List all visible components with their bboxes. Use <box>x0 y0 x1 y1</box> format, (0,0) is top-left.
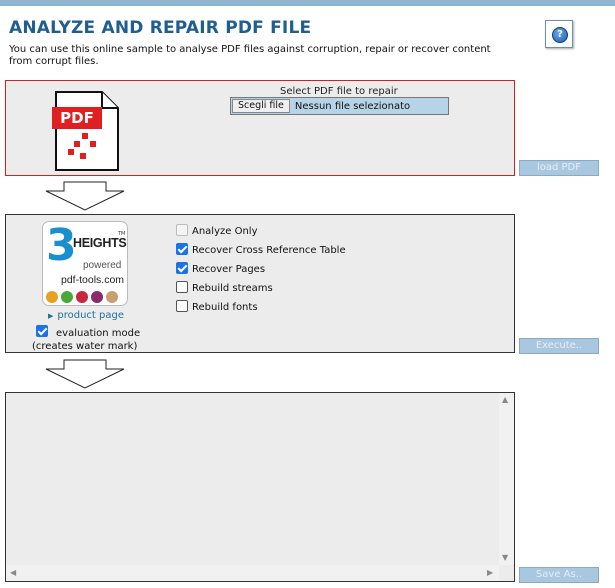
option-label: Recover Pages <box>192 264 266 275</box>
select-file-label: Select PDF file to repair <box>280 86 398 97</box>
top-accent-bar <box>0 0 615 6</box>
file-input[interactable]: Scegli file Nessun file selezionato <box>230 97 449 115</box>
file-status-text: Nessun file selezionato <box>294 100 411 112</box>
logo-brand-text: pdf-tools.com <box>61 274 125 286</box>
execute-button[interactable]: Execute.. <box>519 338 599 354</box>
option-checkbox[interactable] <box>176 281 188 293</box>
logo-heights-text: HEIGHTS <box>73 236 127 250</box>
link-arrow-icon: ▶ <box>48 312 54 320</box>
save-as-button[interactable]: Save As.. <box>519 567 599 583</box>
page-title: ANALYZE AND REPAIR PDF FILE <box>9 18 312 38</box>
pdf-badge-text: PDF <box>60 109 94 127</box>
help-button[interactable]: ? <box>545 20 573 48</box>
scroll-left-icon[interactable]: ◀ <box>10 568 16 577</box>
logo-dots <box>46 291 118 303</box>
option-label: Rebuild fonts <box>192 302 258 313</box>
option-checkbox[interactable] <box>176 300 188 312</box>
option-label: Rebuild streams <box>192 283 273 294</box>
logo-color-dot <box>91 291 103 303</box>
horizontal-scrollbar[interactable]: ◀ ▶ <box>6 565 499 581</box>
option-checkbox[interactable] <box>176 243 188 255</box>
evaluation-mode-checkbox[interactable] <box>36 325 48 337</box>
logo-color-dot <box>61 291 73 303</box>
scroll-up-icon[interactable]: ▲ <box>502 395 508 404</box>
output-textarea[interactable] <box>6 393 499 565</box>
down-arrow-2 <box>45 359 125 389</box>
scroll-right-icon[interactable]: ▶ <box>487 568 493 577</box>
scroll-down-icon[interactable]: ▼ <box>502 553 508 562</box>
option-label: Recover Cross Reference Table <box>192 245 346 256</box>
logo-color-dot <box>46 291 58 303</box>
help-icon: ? <box>552 27 568 43</box>
choose-file-button[interactable]: Scegli file <box>232 99 290 113</box>
load-pdf-button[interactable]: load PDF <box>519 160 599 176</box>
pdf-file-icon: PDF <box>52 91 119 171</box>
option-checkbox <box>176 224 188 236</box>
product-page-label: product page <box>57 310 125 321</box>
down-arrow-1 <box>45 181 125 211</box>
option-checkbox[interactable] <box>176 262 188 274</box>
option-label: Analyze Only <box>192 226 258 237</box>
vertical-scrollbar[interactable]: ▲ ▼ <box>499 393 514 565</box>
evaluation-mode-note: (creates water mark) <box>32 341 138 352</box>
3-heights-logo: 3 HEIGHTS TM powered pdf-tools.com <box>42 221 128 306</box>
evaluation-mode-label: evaluation mode <box>56 328 141 339</box>
logo-color-dot <box>76 291 88 303</box>
product-page-link[interactable]: ▶ product page <box>48 310 124 321</box>
logo-color-dot <box>106 291 118 303</box>
logo-powered-text: powered <box>83 260 122 271</box>
logo-trademark: TM <box>118 231 126 237</box>
page-description: You can use this online sample to analys… <box>9 44 491 67</box>
